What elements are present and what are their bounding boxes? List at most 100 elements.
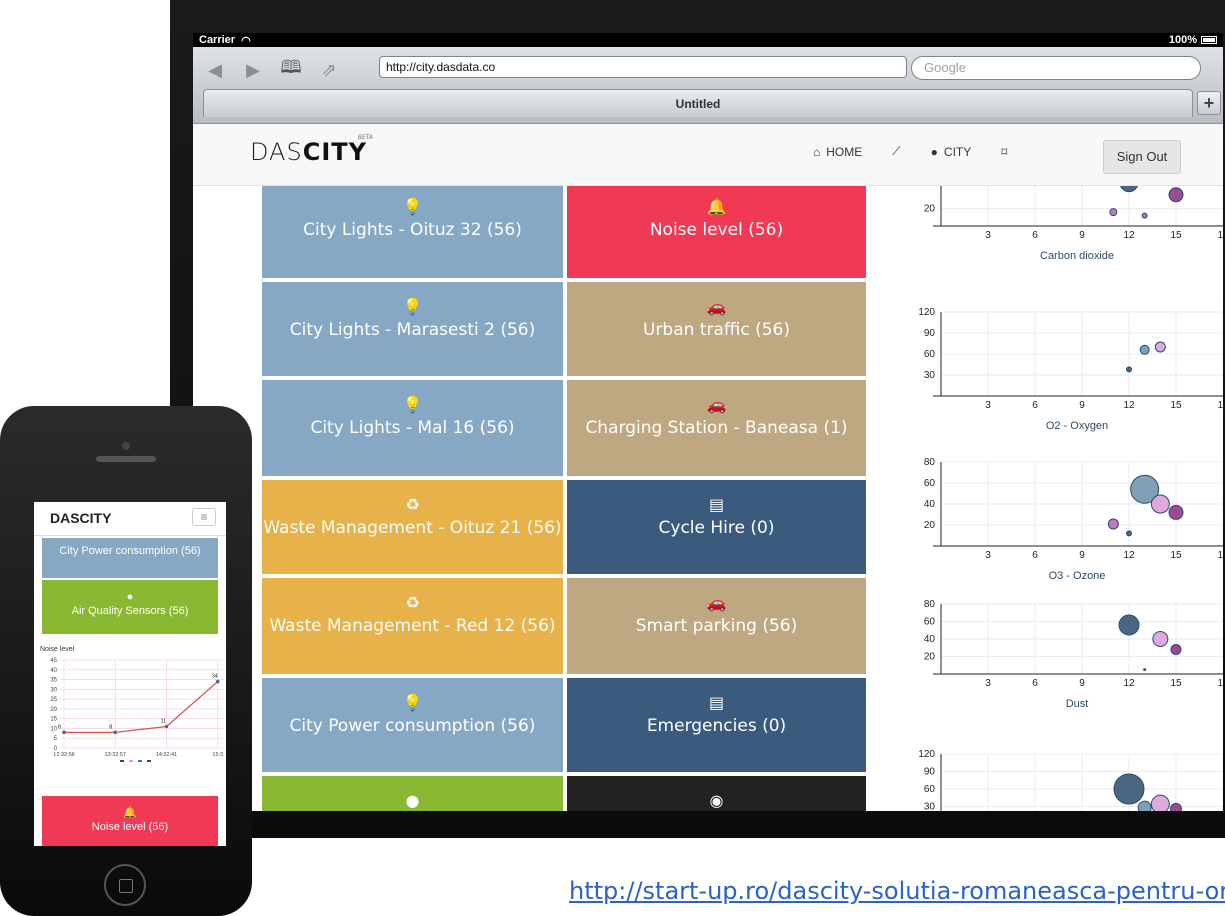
- lightbulb-icon: 💡: [402, 297, 423, 316]
- phone-legend-swatch[interactable]: [138, 760, 142, 762]
- scatter-point[interactable]: [1118, 614, 1140, 636]
- scatter-chart-4: 80 60 40 20 3 6 9 12 15 18: [924, 599, 1223, 689]
- tile-city-lights-mal-16-56[interactable]: 💡 City Lights - Mal 16 (56): [260, 378, 565, 478]
- scatter-point[interactable]: [1139, 344, 1150, 355]
- home-icon: ⌂: [813, 144, 821, 159]
- scatter-point[interactable]: [1150, 494, 1170, 514]
- user-icon: ●: [930, 144, 938, 159]
- list-icon: ▤: [708, 495, 725, 514]
- app-navbar: DASCITY BETA ⌂ HOME ⟋ ● CITY ⌑ Sign Out: [193, 124, 1223, 186]
- phone-tile-power[interactable]: City Power consumption (56): [42, 538, 218, 578]
- scatter-point[interactable]: [1143, 668, 1147, 672]
- scatter-point[interactable]: [1170, 644, 1182, 655]
- scatter-point[interactable]: [1126, 530, 1132, 537]
- share-icon[interactable]: ⇗: [317, 60, 341, 81]
- x-tick-label: 18: [1217, 678, 1223, 689]
- phone-home-button[interactable]: [104, 864, 146, 906]
- phone-line-point[interactable]: [164, 724, 169, 729]
- tile-cycle-hire-0[interactable]: ▤ Cycle Hire (0): [565, 478, 868, 576]
- phone-tile-air[interactable]: ● Air Quality Sensors (56): [42, 580, 218, 634]
- dascity-logo[interactable]: DASCITY BETA: [250, 134, 373, 166]
- composite-image: Carrier ◠ 100% ◀ ▶ 🕮 ⇗ http://city.dasdat…: [0, 0, 1225, 916]
- phone-legend-swatch[interactable]: [120, 760, 124, 762]
- scatter-point[interactable]: [1150, 794, 1170, 811]
- y-tick-label: 90: [924, 328, 936, 339]
- x-tick-label: 9: [1079, 678, 1085, 689]
- car-icon: 🚗: [706, 593, 727, 612]
- y-tick-label: 30: [924, 802, 936, 812]
- scatter-point[interactable]: [1170, 802, 1182, 811]
- phone-speaker: [96, 456, 156, 462]
- x-tick-label: 12: [1123, 230, 1135, 241]
- url-bar[interactable]: http://city.dasdata.co: [379, 56, 907, 78]
- tile-noise-level-56[interactable]: 🔔 Noise level (56): [565, 186, 868, 280]
- nav-home[interactable]: ⌂ HOME: [813, 145, 862, 159]
- phone-data-label: 8: [109, 724, 112, 730]
- tile-urban-traffic-56[interactable]: 🚗 Urban traffic (56): [565, 280, 868, 378]
- back-icon[interactable]: ◀: [203, 60, 227, 81]
- tab-untitled[interactable]: Untitled: [203, 89, 1193, 117]
- tile-map-marker[interactable]: ◉: [565, 774, 868, 811]
- hamburger-menu-icon[interactable]: ≡: [192, 508, 216, 526]
- scatter-point[interactable]: [1107, 518, 1119, 530]
- y-tick-label: 120: [918, 307, 935, 318]
- tile-leaf[interactable]: ●: [260, 774, 565, 811]
- phone-y-tick-label: 35: [50, 678, 57, 684]
- forward-icon[interactable]: ▶: [241, 60, 265, 81]
- phone-y-tick-label: 30: [50, 687, 57, 693]
- scatter-point[interactable]: [1126, 366, 1132, 373]
- y-tick-label: 60: [924, 478, 936, 489]
- scatter-point[interactable]: [1137, 800, 1152, 811]
- dashboard-content: 💡 City Lights - Oituz 32 (56) 🔔 Noise level…: [193, 186, 1223, 811]
- scatter-point[interactable]: [1120, 186, 1138, 193]
- chart-x-label: O3 - Ozone: [1048, 570, 1106, 582]
- nav-city[interactable]: ● CITY: [931, 145, 972, 159]
- phone-y-tick-label: 40: [50, 668, 57, 674]
- tile-charging-station-baneasa-1[interactable]: 🚗 Charging Station - Baneasa (1): [565, 378, 868, 478]
- tablet-screen: Carrier ◠ 100% ◀ ▶ 🕮 ⇗ http://city.dasdat…: [193, 33, 1223, 811]
- phone-legend-swatch[interactable]: [129, 760, 133, 762]
- sign-out-button[interactable]: Sign Out: [1103, 140, 1181, 174]
- browser-chrome: ◀ ▶ 🕮 ⇗ http://city.dasdata.co Google Un…: [193, 47, 1223, 124]
- tile-waste-management-oituz-21-56[interactable]: ♻ Waste Management - Oituz 21 (56): [260, 478, 565, 576]
- phone-logo[interactable]: DASCITY: [50, 510, 111, 526]
- carrier-label: Carrier: [199, 34, 236, 46]
- nav-bookmark[interactable]: ⌑: [1001, 145, 1007, 159]
- phone-line-point[interactable]: [113, 730, 118, 735]
- tile-city-lights-marasesti-2-56[interactable]: 💡 City Lights - Marasesti 2 (56): [260, 280, 565, 378]
- search-input[interactable]: Google: [911, 56, 1201, 80]
- scatter-point[interactable]: [1141, 212, 1148, 219]
- bell-icon: 🔔: [123, 807, 137, 819]
- tile-emergencies-0[interactable]: ▤ Emergencies (0): [565, 676, 868, 774]
- chart-x-label: O2 - Oxygen: [1045, 420, 1109, 432]
- x-tick-label: 15: [1170, 678, 1182, 689]
- y-tick-label: 60: [924, 349, 936, 360]
- scatter-point[interactable]: [1152, 631, 1169, 647]
- x-tick-label: 3: [985, 230, 991, 241]
- scatter-point[interactable]: [1168, 187, 1184, 203]
- phone-data-label: 11: [161, 718, 167, 724]
- phone-line-point[interactable]: [215, 679, 220, 684]
- logo-beta: BETA: [357, 134, 374, 141]
- phone-legend-swatch[interactable]: [147, 760, 151, 762]
- phone-line-point[interactable]: [62, 730, 66, 735]
- tile-label: Noise level (56): [649, 220, 784, 240]
- scatter-point[interactable]: [1109, 208, 1118, 217]
- source-link[interactable]: http://start-up.ro/dascity-solutia-roman…: [569, 877, 1225, 905]
- tile-label: City Power consumption (56): [289, 716, 536, 736]
- bookmarks-icon[interactable]: 🕮: [279, 55, 303, 85]
- phone-tile-noise[interactable]: 🔔 Noise level (56): [42, 796, 218, 846]
- tile-smart-parking-56[interactable]: 🚗 Smart parking (56): [565, 576, 868, 676]
- scatter-point[interactable]: [1154, 341, 1166, 353]
- car-icon: 🚗: [706, 297, 727, 316]
- phone-x-tick-label: 13:32:57: [105, 752, 126, 758]
- tile-city-power-consumption-56[interactable]: 💡 City Power consumption (56): [260, 676, 565, 774]
- scatter-chart-3: 80 60 40 20 3 6 9 12 15 18: [924, 457, 1223, 561]
- new-tab-button[interactable]: +: [1197, 91, 1221, 115]
- scatter-point[interactable]: [1168, 504, 1184, 520]
- phone-tile-noise-label: Noise level (56): [91, 821, 169, 833]
- tile-city-lights-oituz-32-56[interactable]: 💡 City Lights - Oituz 32 (56): [260, 186, 565, 280]
- tile-waste-management-red-12-56[interactable]: ♻ Waste Management - Red 12 (56): [260, 576, 565, 676]
- nav-charts[interactable]: ⟋: [892, 144, 900, 159]
- scatter-point[interactable]: [1113, 773, 1145, 805]
